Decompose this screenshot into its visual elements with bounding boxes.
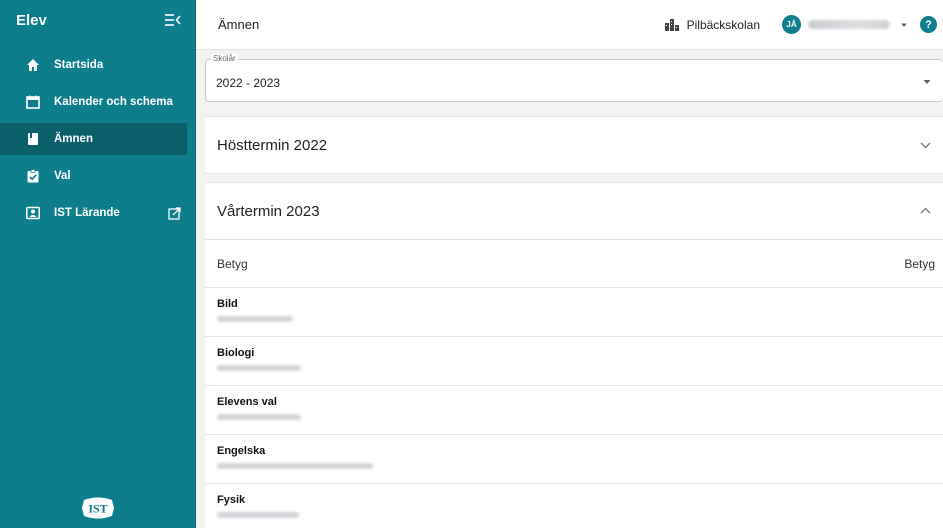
term-title: Hösttermin 2022 — [217, 136, 328, 154]
avatar[interactable]: JÅ — [782, 15, 801, 34]
sidebar-item-label: IST Lärande — [54, 207, 120, 219]
school-selector[interactable]: Pilbäckskolan — [664, 17, 760, 32]
grades-table-header: Betyg Betyg — [205, 239, 943, 287]
subject-name: Elevens val — [217, 396, 277, 408]
main-content: Skolår 2022 - 2023 Hösttermin 2022 Vårte… — [205, 50, 943, 528]
table-row[interactable]: Biologi — [205, 336, 943, 385]
sidebar-item-label: Val — [54, 170, 71, 182]
topbar: Ämnen Pilbäckskolan JÅ ? — [196, 0, 943, 50]
sidebar-item-kalender[interactable]: Kalender och schema — [0, 86, 195, 118]
sidebar-header: Elev — [0, 0, 195, 40]
logo-text: IST — [88, 502, 107, 516]
table-row[interactable]: Elevens val — [205, 385, 943, 434]
school-name: Pilbäckskolan — [686, 17, 760, 32]
chevron-down-icon — [920, 141, 931, 149]
column-header-right: Betyg — [904, 256, 935, 271]
teacher-name-redacted — [217, 365, 301, 371]
table-row[interactable]: Fysik — [205, 483, 943, 528]
sidebar-item-label: Ämnen — [54, 133, 93, 145]
subject-name: Fysik — [217, 494, 246, 506]
collapse-menu-icon[interactable] — [165, 14, 181, 26]
sidebar-item-label: Kalender och schema — [54, 96, 173, 108]
teacher-name-redacted — [217, 414, 301, 420]
school-building-icon — [664, 18, 679, 31]
help-icon[interactable]: ? — [920, 16, 937, 33]
table-row[interactable]: Bild — [205, 287, 943, 336]
home-icon — [26, 58, 40, 72]
dropdown-arrow-icon — [923, 79, 931, 85]
page-title: Ämnen — [218, 17, 260, 32]
select-value: 2022 - 2023 — [216, 76, 281, 90]
school-year-select[interactable]: Skolår 2022 - 2023 — [205, 54, 943, 102]
caret-down-icon[interactable] — [900, 21, 908, 29]
sidebar-item-val[interactable]: Val — [0, 160, 195, 192]
select-legend: Skolår — [211, 54, 238, 63]
sidebar-item-label: Startsida — [54, 59, 104, 71]
ist-logo: IST — [80, 496, 116, 520]
column-header-left: Betyg — [217, 256, 248, 271]
sidebar-item-ist-larande[interactable]: IST Lärande — [0, 197, 195, 229]
id-card-icon — [26, 206, 40, 220]
chevron-up-icon — [920, 207, 931, 215]
calendar-icon — [26, 95, 40, 109]
user-name-redacted[interactable] — [808, 20, 890, 29]
subject-name: Bild — [217, 298, 238, 310]
sidebar-item-startsida[interactable]: Startsida — [0, 49, 195, 81]
sidebar-item-amnen[interactable]: Ämnen — [0, 123, 187, 155]
term-panel-header[interactable]: Hösttermin 2022 — [205, 117, 943, 173]
sidebar-title: Elev — [16, 11, 47, 29]
teacher-name-redacted — [217, 316, 293, 322]
term-panel-header[interactable]: Vårtermin 2023 — [205, 183, 943, 239]
term-title: Vårtermin 2023 — [217, 202, 320, 220]
book-icon — [26, 132, 40, 146]
subject-name: Biologi — [217, 347, 255, 359]
subject-name: Engelska — [217, 445, 266, 457]
table-row[interactable]: Engelska — [205, 434, 943, 483]
sidebar-nav: Startsida Kalender och schema Ämnen Val … — [0, 49, 195, 229]
clipboard-check-icon — [26, 169, 40, 183]
term-panel-autumn: Hösttermin 2022 — [205, 116, 943, 174]
teacher-name-redacted — [217, 512, 299, 518]
external-link-icon — [168, 206, 181, 220]
term-panel-spring: Vårtermin 2023 Betyg Betyg Bild Biologi … — [205, 182, 943, 528]
sidebar: Elev Startsida Kalender och schema Ämnen — [0, 0, 196, 528]
teacher-name-redacted — [217, 463, 373, 469]
